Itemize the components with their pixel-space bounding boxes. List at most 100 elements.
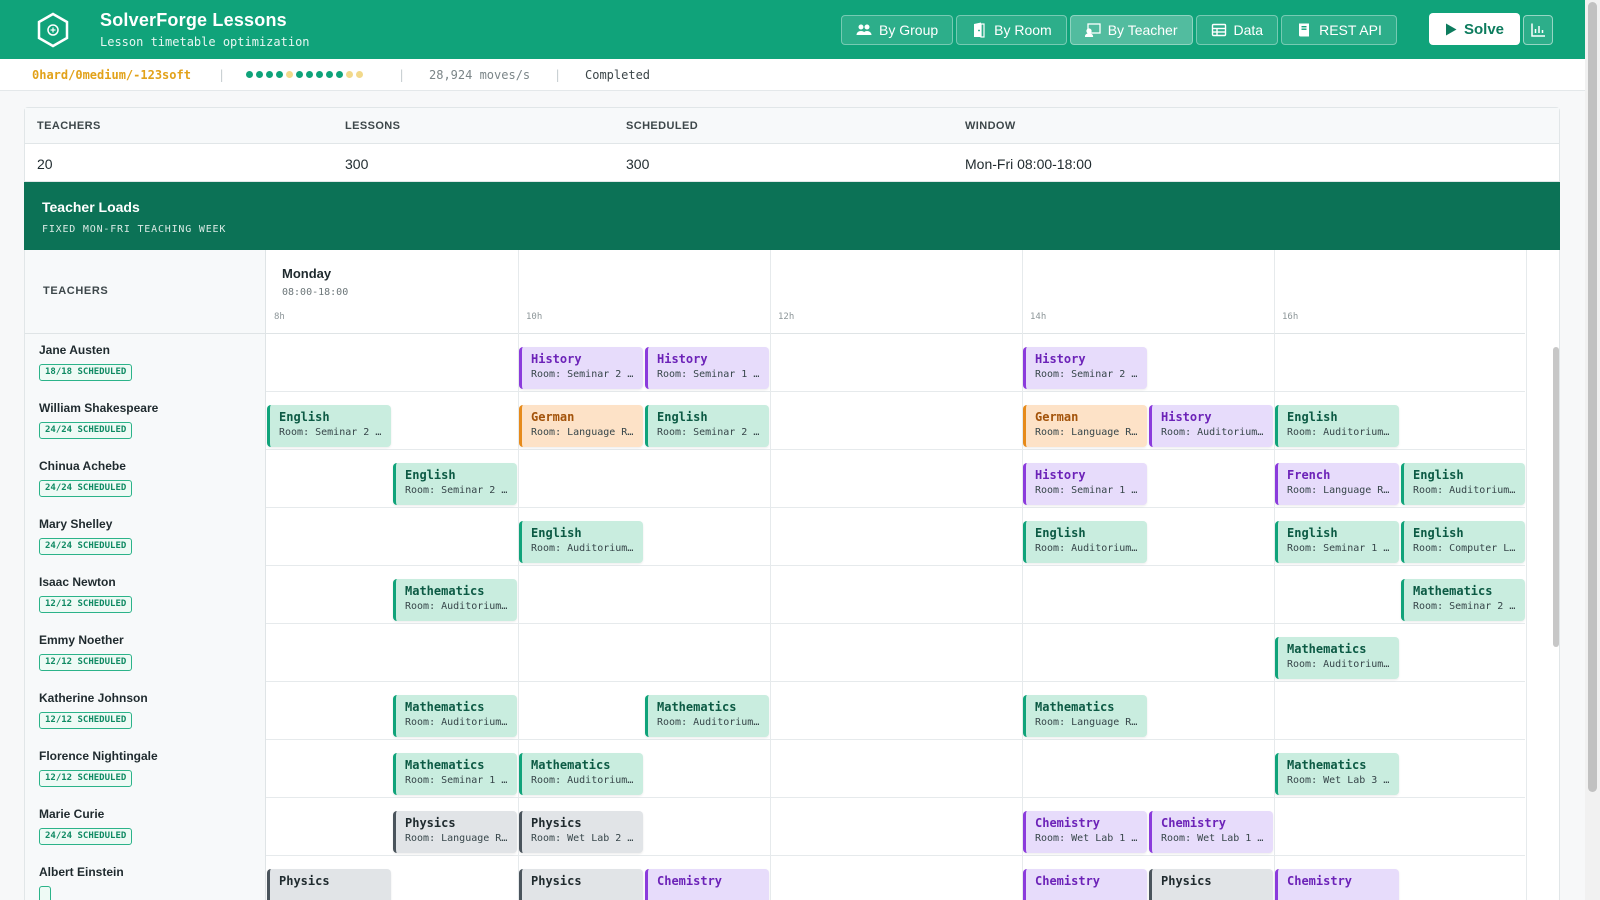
lesson-card[interactable]: Physics <box>267 869 391 900</box>
teacher-name: William Shakespeare <box>39 401 159 415</box>
score-readout: 0hard/0medium/-123soft <box>32 67 191 82</box>
lesson-room: Room: Auditorium … <box>531 775 637 786</box>
scheduled-badge: 12/12 SCHEDULED <box>39 654 133 671</box>
lesson-card[interactable]: Physics Room: Wet Lab 2 •… <box>519 811 643 853</box>
nav-data-button[interactable]: Data <box>1195 15 1279 45</box>
lesson-card[interactable]: Chemistry <box>645 869 769 900</box>
lesson-subject: Chemistry <box>657 874 723 888</box>
lesson-room: Room: Wet Lab 2 •… <box>531 833 637 844</box>
hour-tick: 14h <box>1030 312 1047 322</box>
lesson-card[interactable]: English Room: Computer La… <box>1401 521 1525 563</box>
teacher-timeline-grid[interactable]: TEACHERS Monday 08:00-18:00 8h 10h 12h 14h 1… <box>24 250 1560 900</box>
lesson-room: Room: Wet Lab 1 •… <box>1161 833 1267 844</box>
lesson-card[interactable]: English Room: Auditorium … <box>1023 521 1147 563</box>
progress-dot <box>336 71 343 78</box>
lesson-card[interactable]: French Room: Language Ro… <box>1275 463 1399 505</box>
hour-gridline <box>770 250 771 900</box>
lesson-card[interactable]: Chemistry Room: Wet Lab 1 •… <box>1149 811 1273 853</box>
lesson-card[interactable]: Mathematics Room: Auditorium … <box>1275 637 1399 679</box>
day-name: Monday <box>282 266 332 281</box>
lesson-room: Room: Language Ro… <box>531 427 637 438</box>
lesson-card[interactable]: History Room: Seminar 1 •… <box>1023 463 1147 505</box>
lesson-subject: French <box>1287 468 1331 482</box>
lesson-card[interactable]: English Room: Auditorium … <box>1275 405 1399 447</box>
teacher-loads-header: Teacher Loads FIXED MON-FRI TEACHING WEE… <box>24 182 1560 250</box>
teacher-name: Chinua Achebe <box>39 459 126 473</box>
nav-rest-api-button[interactable]: REST API <box>1281 15 1397 45</box>
lesson-card[interactable]: English Room: Seminar 2 •… <box>645 405 769 447</box>
lesson-subject: German <box>1035 410 1079 424</box>
nav-by-room-button[interactable]: By Room <box>956 15 1067 45</box>
summary-table: TEACHERS LESSONS SCHEDULED WINDOW 20 300… <box>24 107 1560 182</box>
lesson-card[interactable]: Mathematics Room: Wet Lab 3 •… <box>1275 753 1399 795</box>
nav-by-teacher-button[interactable]: By Teacher <box>1069 15 1193 45</box>
lesson-subject: Mathematics <box>405 700 485 714</box>
progress-dot <box>286 71 293 78</box>
divider: | <box>554 67 562 82</box>
lesson-room: Room: Seminar 2 •… <box>1035 369 1141 380</box>
lesson-card[interactable]: History Room: Auditorium … <box>1149 405 1273 447</box>
lesson-card[interactable]: Mathematics Room: Auditorium … <box>393 579 517 621</box>
section-title: Teacher Loads <box>42 199 140 215</box>
door-icon <box>974 22 985 38</box>
scheduled-badge: 12/12 SCHEDULED <box>39 770 133 787</box>
lesson-room: Room: Seminar 1 •… <box>657 369 763 380</box>
lesson-subject: Mathematics <box>531 758 611 772</box>
lesson-card[interactable]: Physics <box>519 869 643 900</box>
lesson-card[interactable]: Physics <box>1149 869 1273 900</box>
analysis-button[interactable] <box>1523 15 1553 45</box>
progress-dot <box>356 71 363 78</box>
progress-dot <box>346 71 353 78</box>
teacher-icon <box>1084 23 1101 38</box>
teacher-label: Albert Einstein <box>25 856 266 900</box>
lesson-subject: Mathematics <box>405 584 485 598</box>
teacher-row: Jane Austen 18/18 SCHEDULED History Room: S… <box>25 334 1525 392</box>
lesson-subject: Physics <box>279 874 330 888</box>
lesson-card[interactable]: English Room: Seminar 2 •… <box>393 463 517 505</box>
teacher-row: Emmy Noether 12/12 SCHEDULED Mathematics Ro… <box>25 624 1525 682</box>
nav-by-group-button[interactable]: By Group <box>841 15 954 45</box>
grid-scrollbar[interactable] <box>1552 338 1560 900</box>
lesson-room: Room: Auditorium … <box>405 601 511 612</box>
lesson-card[interactable]: German Room: Language Ro… <box>1023 405 1147 447</box>
scroll-thumb[interactable] <box>1553 347 1559 647</box>
lesson-card[interactable]: Mathematics Room: Language Ro… <box>1023 695 1147 737</box>
lesson-room: Room: Seminar 1 •… <box>405 775 511 786</box>
lesson-card[interactable]: Mathematics Room: Seminar 1 •… <box>393 753 517 795</box>
lesson-room: Room: Auditorium … <box>531 543 637 554</box>
scroll-thumb[interactable] <box>1588 2 1597 792</box>
app-subtitle: Lesson timetable optimization <box>100 35 310 49</box>
lesson-card[interactable]: English Room: Seminar 2 •… <box>267 405 391 447</box>
lesson-card[interactable]: English Room: Auditorium … <box>519 521 643 563</box>
app-logo-icon <box>37 12 69 48</box>
scheduled-badge: 24/24 SCHEDULED <box>39 480 133 497</box>
lesson-card[interactable]: Chemistry Room: Wet Lab 1 •… <box>1023 811 1147 853</box>
divider: | <box>398 67 406 82</box>
progress-dot <box>246 71 253 78</box>
teacher-row: Katherine Johnson 12/12 SCHEDULED Mathemat… <box>25 682 1525 740</box>
lesson-card[interactable]: Chemistry <box>1023 869 1147 900</box>
lesson-card[interactable]: History Room: Seminar 2 •… <box>1023 347 1147 389</box>
solve-button[interactable]: Solve <box>1429 13 1521 45</box>
lesson-card[interactable]: Physics Room: Language Ro… <box>393 811 517 853</box>
lesson-subject: History <box>1035 352 1086 366</box>
lesson-card[interactable]: Mathematics Room: Auditorium … <box>519 753 643 795</box>
time-axis-header: Monday 08:00-18:00 8h 10h 12h 14h 16h <box>266 250 1525 334</box>
page-scrollbar[interactable] <box>1585 0 1600 900</box>
lesson-card[interactable]: Mathematics Room: Seminar 2 •… <box>1401 579 1525 621</box>
lesson-room: Room: Auditorium … <box>1035 543 1141 554</box>
lesson-card[interactable]: History Room: Seminar 2 •… <box>519 347 643 389</box>
play-icon <box>1446 23 1457 35</box>
solve-label: Solve <box>1464 20 1505 38</box>
teacher-label: William Shakespeare 24/24 SCHEDULED <box>25 392 266 450</box>
lesson-card[interactable]: Chemistry <box>1275 869 1399 900</box>
lesson-room: Room: Seminar 1 •… <box>1035 485 1141 496</box>
lesson-card[interactable]: Mathematics Room: Auditorium … <box>645 695 769 737</box>
lesson-card[interactable]: History Room: Seminar 1 •… <box>645 347 769 389</box>
lesson-card[interactable]: Mathematics Room: Auditorium … <box>393 695 517 737</box>
lesson-card[interactable]: German Room: Language Ro… <box>519 405 643 447</box>
lesson-card[interactable]: English Room: Auditorium … <box>1401 463 1525 505</box>
solver-status-bar: 0hard/0medium/-123soft | | 28,924 moves/… <box>0 59 1585 91</box>
summary-header: LESSONS <box>345 120 401 132</box>
lesson-card[interactable]: English Room: Seminar 1 •… <box>1275 521 1399 563</box>
